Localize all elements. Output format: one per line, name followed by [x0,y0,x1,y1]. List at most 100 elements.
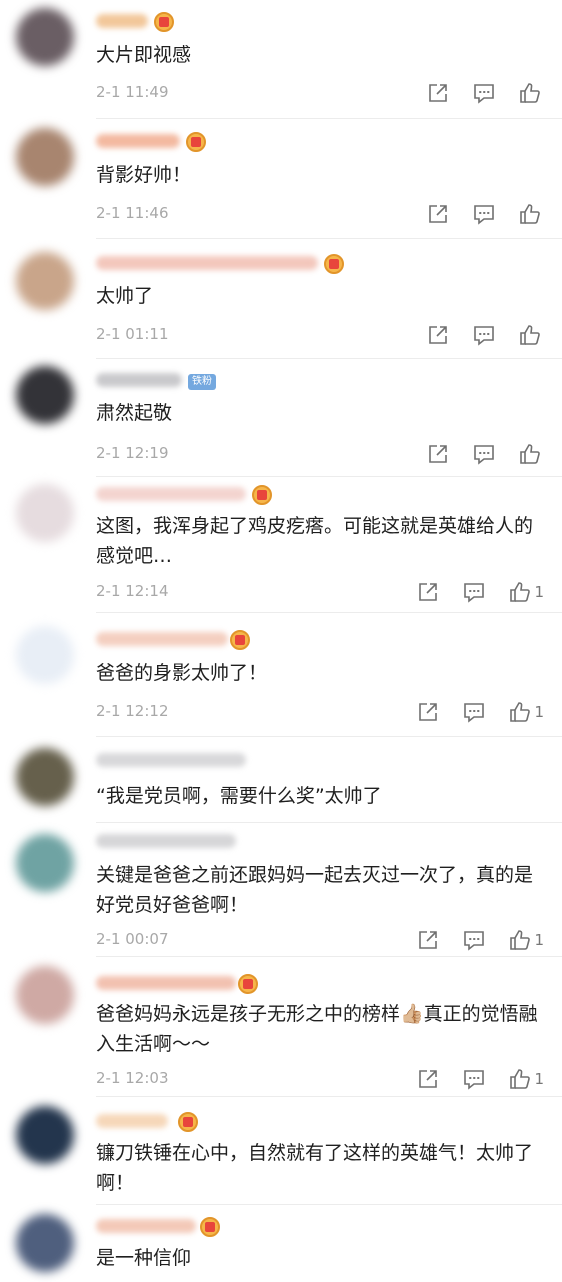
comment-item: 是一种信仰 [0,1206,562,1282]
comment-icon [472,202,496,226]
crown-badge-icon [178,1112,198,1132]
comment-item: 背影好帅！ 2-1 11:46 [0,120,562,240]
comment-icon [462,1067,486,1091]
avatar[interactable] [16,1106,74,1164]
reply-button[interactable] [472,442,496,466]
comment-item: 关键是爸爸之前还跟妈妈一起去灭过一次了，真的是好党员好爸爸啊！ 2-1 00:0… [0,824,562,958]
username-blurred[interactable] [96,373,182,387]
share-icon [426,442,450,466]
like-button[interactable]: 1 [508,1067,544,1091]
comment-actions: 1 [394,697,544,727]
comment-icon [472,323,496,347]
reply-button[interactable] [472,202,496,226]
thumbs-up-icon [518,202,542,226]
avatar[interactable] [16,484,74,542]
comment-text: 镰刀铁锤在心中，自然就有了这样的英雄气！太帅了啊！ [96,1142,534,1194]
comment-text: 爸爸的身影太帅了！ [96,662,268,684]
avatar[interactable] [16,834,74,892]
reply-button[interactable] [462,1067,486,1091]
share-icon [416,928,440,952]
comment-actions [404,78,544,108]
crown-badge-icon [230,630,250,650]
username-blurred[interactable] [96,487,246,501]
avatar[interactable] [16,8,74,66]
comment-item: 大片即视感 2-1 11:49 [0,0,562,120]
comment-actions: 1 [394,925,544,955]
username-blurred[interactable] [96,632,228,646]
like-button[interactable]: 1 [508,928,544,952]
like-button[interactable]: 1 [508,700,544,724]
comment-icon [472,81,496,105]
divider [96,118,562,119]
avatar[interactable] [16,748,74,806]
username-blurred[interactable] [96,14,148,28]
like-button[interactable] [518,442,544,466]
username-blurred[interactable] [96,256,318,270]
comment-time: 2-1 01:11 [96,325,169,343]
divider [96,1204,562,1205]
divider [96,956,562,957]
username-blurred[interactable] [96,1219,196,1233]
thumbs-up-icon [508,580,532,604]
share-button[interactable] [416,700,440,724]
comment-item: “我是党员啊，需要什么奖”太帅了 [0,738,562,824]
crown-badge-icon [186,132,206,152]
thumbs-up-icon [508,700,532,724]
crown-badge-icon [200,1217,220,1237]
share-icon [426,81,450,105]
comment-text: 这图，我浑身起了鸡皮疙瘩。可能这就是英雄给人的感觉吧… [96,515,534,567]
crown-badge-icon [154,12,174,32]
username-blurred[interactable] [96,1114,168,1128]
share-button[interactable] [426,81,450,105]
comment-text: 关键是爸爸之前还跟妈妈一起去灭过一次了，真的是好党员好爸爸啊！ [96,864,534,916]
avatar[interactable] [16,366,74,424]
share-icon [416,700,440,724]
avatar[interactable] [16,1214,74,1272]
avatar[interactable] [16,128,74,186]
divider [96,476,562,477]
thumbs-up-icon [518,442,542,466]
like-button[interactable] [518,323,544,347]
comment-time: 2-1 12:12 [96,702,169,720]
like-button[interactable] [518,81,544,105]
comment-time: 2-1 12:19 [96,444,169,462]
share-button[interactable] [416,1067,440,1091]
divider [96,736,562,737]
username-blurred[interactable] [96,753,246,767]
crown-badge-icon [252,485,272,505]
fan-badge: 铁粉 [188,374,216,390]
share-button[interactable] [426,442,450,466]
reply-button[interactable] [462,700,486,724]
reply-button[interactable] [462,580,486,604]
share-button[interactable] [426,202,450,226]
share-button[interactable] [416,928,440,952]
avatar[interactable] [16,252,74,310]
reply-button[interactable] [472,81,496,105]
comment-text: “我是党员啊，需要什么奖”太帅了 [96,785,382,807]
thumbs-up-icon [518,323,542,347]
reply-button[interactable] [472,323,496,347]
comment-icon [472,442,496,466]
comment-time: 2-1 12:14 [96,582,169,600]
avatar[interactable] [16,626,74,684]
comment-actions [404,320,544,350]
thumbs-up-icon [518,81,542,105]
username-blurred[interactable] [96,834,236,848]
reply-button[interactable] [462,928,486,952]
avatar[interactable] [16,966,74,1024]
share-button[interactable] [416,580,440,604]
thumbs-up-icon [508,1067,532,1091]
comment-icon [462,580,486,604]
like-button[interactable]: 1 [508,580,544,604]
like-button[interactable] [518,202,544,226]
share-icon [416,580,440,604]
thumbs-up-icon [508,928,532,952]
divider [96,358,562,359]
username-blurred[interactable] [96,976,236,990]
share-button[interactable] [426,323,450,347]
like-count: 1 [534,703,544,721]
comment-text: 是一种信仰 [96,1247,192,1269]
comment-item: 铁粉 肃然起敬 2-1 12:19 [0,360,562,478]
comment-item: 太帅了 2-1 01:11 [0,240,562,360]
username-blurred[interactable] [96,134,180,148]
